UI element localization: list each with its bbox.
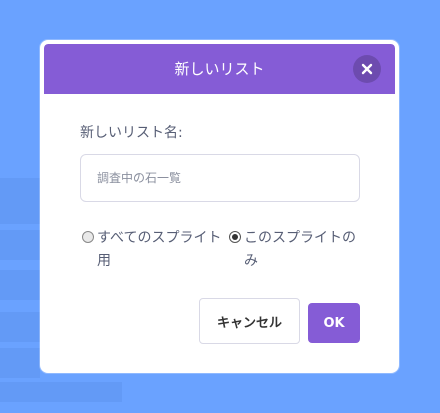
ok-button[interactable]: OK: [308, 303, 360, 343]
dialog-header: 新しいリスト: [44, 44, 395, 94]
cancel-button[interactable]: キャンセル: [199, 298, 300, 344]
close-icon: [361, 63, 373, 75]
radio-button-all-sprites[interactable]: [82, 231, 94, 243]
background-block: [0, 312, 40, 342]
close-button[interactable]: [353, 55, 381, 83]
radio-label-this-sprite: このスプライトのみ: [244, 230, 356, 269]
list-name-input[interactable]: [80, 154, 360, 202]
dialog-body: 新しいリスト 新しいリスト名: すべてのスプライト用 このスプライトのみ キャン…: [44, 44, 395, 369]
background-block: [0, 348, 40, 378]
list-name-label: 新しいリスト名:: [80, 125, 183, 141]
new-list-dialog: 新しいリスト 新しいリスト名: すべてのスプライト用 このスプライトのみ キャン…: [40, 40, 399, 373]
background-block: [0, 230, 40, 260]
radio-label-all-sprites: すべてのスプライト用: [97, 230, 222, 269]
radio-button-this-sprite[interactable]: [229, 231, 241, 243]
dialog-title: 新しいリスト: [174, 60, 265, 78]
radio-option-this-sprite[interactable]: このスプライトのみ: [229, 227, 364, 273]
background-block: [0, 270, 40, 300]
radio-option-all-sprites[interactable]: すべてのスプライト用: [82, 227, 232, 273]
background-block: [0, 178, 40, 224]
background-block: [0, 382, 122, 402]
